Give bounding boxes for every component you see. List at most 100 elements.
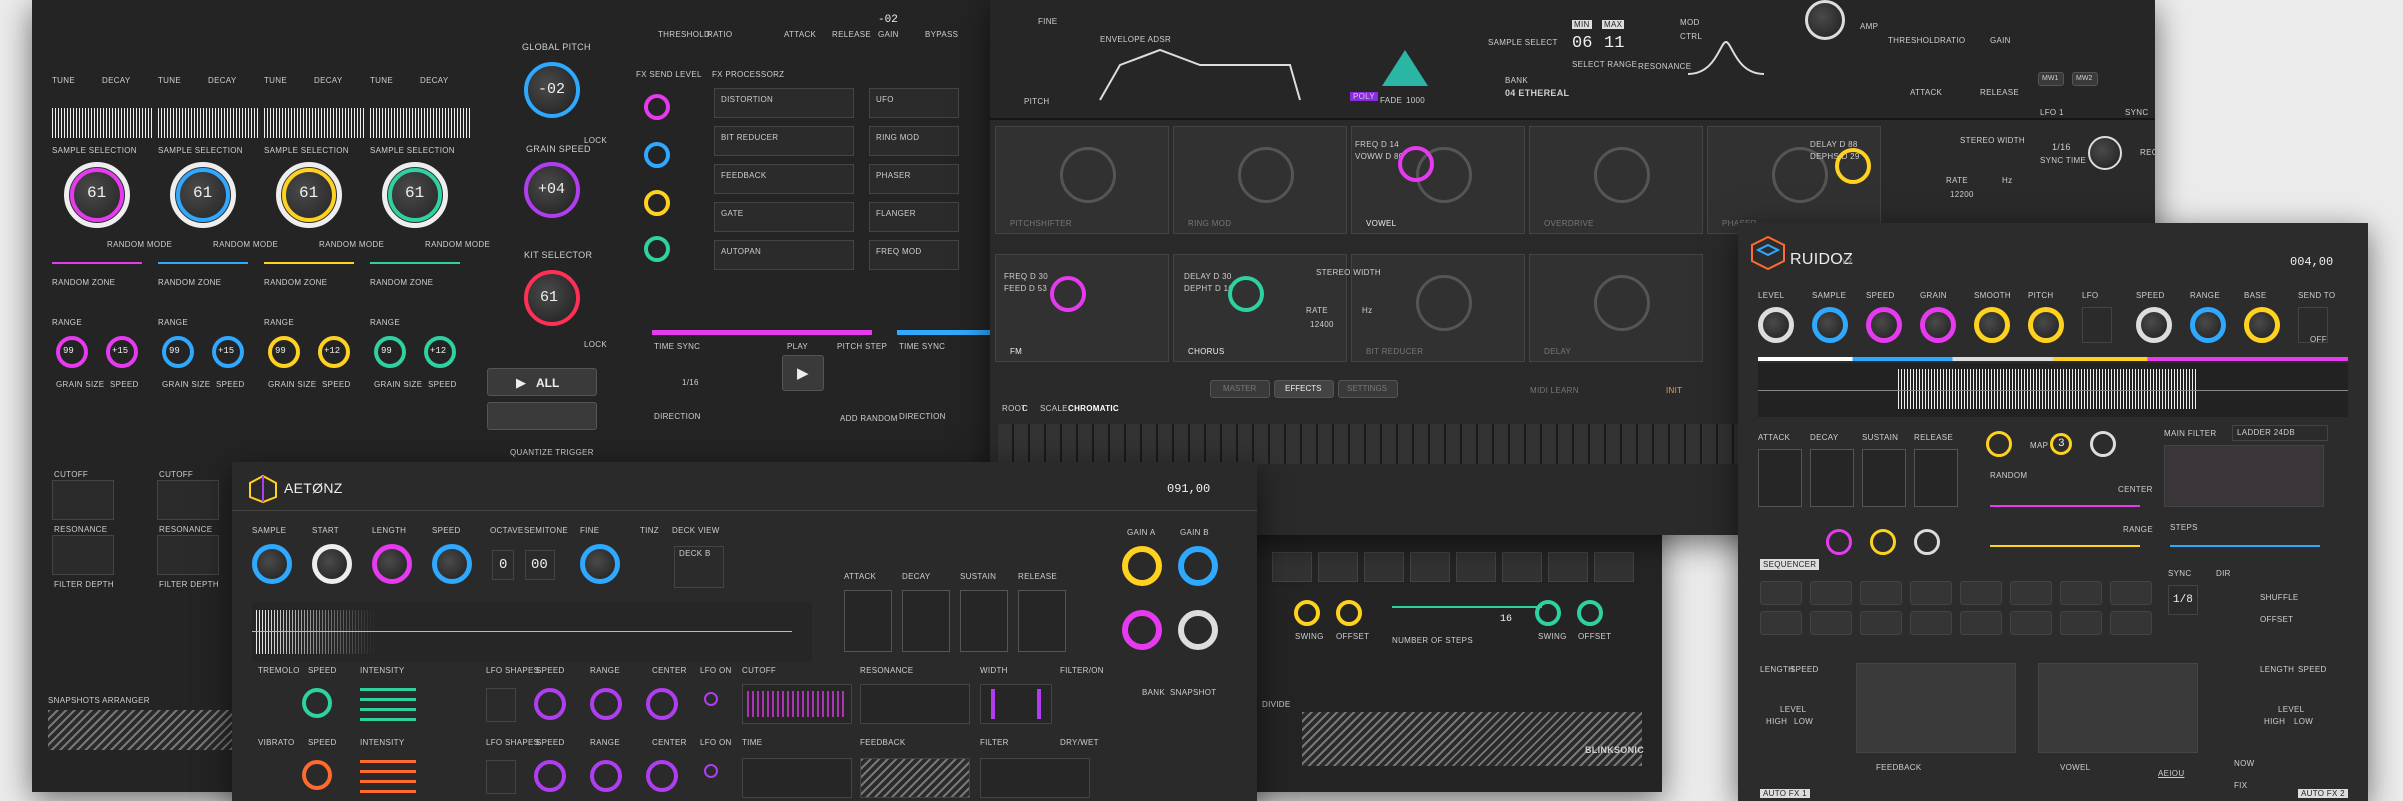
ruidoz-step-pad[interactable] <box>2060 611 2102 635</box>
ruidoz-mode-button[interactable] <box>1914 529 1940 555</box>
time-display[interactable] <box>742 758 852 798</box>
gain-b-knob[interactable] <box>1178 546 1218 586</box>
ruidoz-step-pad[interactable] <box>1810 611 1852 635</box>
offset-knob[interactable] <box>1336 600 1362 626</box>
xy-pad-1[interactable] <box>1856 663 2016 753</box>
fx-processor-item[interactable]: DISTORTION <box>714 88 854 118</box>
fx-slot-knob[interactable] <box>1060 147 1116 203</box>
ruidoz-knob[interactable] <box>1920 307 1956 343</box>
step-pad[interactable] <box>1502 552 1542 582</box>
ruidoz-step-pad[interactable] <box>1860 611 1902 635</box>
ruidoz-adsr-graph[interactable] <box>1810 449 1854 507</box>
ruidoz-step-pad[interactable] <box>2110 611 2152 635</box>
trigger-all-button[interactable]: ▶ ALL <box>487 368 597 396</box>
steps-slider[interactable] <box>1392 606 1542 608</box>
step-pad[interactable] <box>1318 552 1358 582</box>
semitone-display[interactable]: 00 <box>525 550 555 580</box>
shuffle-trigger-button[interactable] <box>487 402 597 430</box>
sample-waveform[interactable] <box>52 108 152 138</box>
resonance-box-1[interactable] <box>52 535 114 575</box>
fx-slot-knob[interactable] <box>1594 275 1650 331</box>
random-zone-slider[interactable] <box>264 262 354 264</box>
root-value[interactable]: C <box>1022 404 1028 413</box>
aetonz-adsr-graph[interactable] <box>1018 590 1066 652</box>
gain-a-knob[interactable] <box>1122 546 1162 586</box>
ruidoz-adsr-graph[interactable] <box>1914 449 1958 507</box>
offset-knob-2[interactable] <box>1577 600 1603 626</box>
random-zone-slider[interactable] <box>52 262 142 264</box>
random-zone-slider[interactable] <box>158 262 248 264</box>
ruidoz-knob[interactable] <box>2028 307 2064 343</box>
resonance-box-2[interactable] <box>157 535 219 575</box>
map-shuffle-button[interactable] <box>2090 431 2116 457</box>
aetonz-adsr-graph[interactable] <box>902 590 950 652</box>
cutoff-display[interactable] <box>742 684 852 724</box>
chorus-ring[interactable] <box>1228 276 1264 312</box>
step-pad[interactable] <box>1272 552 1312 582</box>
fx-send-knob-2[interactable] <box>644 142 670 168</box>
filter-curve-graph[interactable] <box>1686 40 1766 76</box>
fx-processor-item[interactable]: FLANGER <box>869 202 959 232</box>
lfo-on-toggle[interactable] <box>704 692 718 706</box>
gain-b-knob-2[interactable] <box>1178 610 1218 650</box>
sample-waveform[interactable] <box>370 108 470 138</box>
swing-knob[interactable] <box>1294 600 1320 626</box>
fx-slot[interactable]: OVERDRIVE <box>1529 126 1703 234</box>
ruidoz-step-pad[interactable] <box>2110 581 2152 605</box>
tab-master[interactable]: MASTER <box>1210 380 1270 398</box>
step-pad[interactable] <box>1456 552 1496 582</box>
ruidoz-step-pad[interactable] <box>2010 581 2052 605</box>
ruidoz-step-pad[interactable] <box>2010 611 2052 635</box>
width-display[interactable] <box>980 684 1052 724</box>
step-pad[interactable] <box>1548 552 1588 582</box>
ruidoz-step-pad[interactable] <box>1810 581 1852 605</box>
aetonz-top-knob[interactable] <box>252 544 292 584</box>
ruidoz-waveform[interactable] <box>1758 363 2348 417</box>
ruidoz-adsr-graph[interactable] <box>1862 449 1906 507</box>
random-zone-slider[interactable] <box>370 262 460 264</box>
aetonz-adsr-graph[interactable] <box>960 590 1008 652</box>
fx-slot-knob[interactable] <box>1238 147 1294 203</box>
fx-slot-knob[interactable] <box>1594 147 1650 203</box>
aetonz-top-knob[interactable] <box>372 544 412 584</box>
fx-processor-item[interactable]: AUTOPAN <box>714 240 854 270</box>
fx-slot[interactable]: DELAY <box>1529 254 1703 362</box>
lfo-knob[interactable] <box>590 760 622 792</box>
fx-processor-item[interactable]: FEEDBACK <box>714 164 854 194</box>
fx-slot[interactable]: PITCHSHIFTER <box>995 126 1169 234</box>
fx-slot[interactable]: RING MOD <box>1173 126 1347 234</box>
ruidoz-knob[interactable] <box>2190 307 2226 343</box>
mw1-button[interactable]: MW1 <box>2038 72 2064 86</box>
lfo-knob[interactable] <box>534 760 566 792</box>
step-pad[interactable] <box>1410 552 1450 582</box>
vowel-value[interactable]: AEIOU <box>2158 769 2184 778</box>
lfo-knob[interactable] <box>646 760 678 792</box>
lfo-shape-button[interactable] <box>486 688 516 722</box>
ruidoz-step-pad[interactable] <box>1960 581 2002 605</box>
lfo-on-toggle[interactable] <box>704 764 718 778</box>
ruidoz-step-pad[interactable] <box>1910 611 1952 635</box>
seq-play-button[interactable]: ▶ <box>782 355 824 391</box>
tremolo-speed-knob[interactable] <box>302 688 332 718</box>
tab-settings[interactable]: SETTINGS <box>1338 380 1398 398</box>
sample-waveform[interactable] <box>264 108 364 138</box>
ruidoz-knob[interactable] <box>1812 307 1848 343</box>
mw2-button[interactable]: MW2 <box>2072 72 2098 86</box>
tremolo-intensity[interactable] <box>360 688 416 722</box>
steps-slider[interactable] <box>2170 545 2320 547</box>
resonance-display[interactable] <box>860 684 970 724</box>
ruidoz-knob[interactable] <box>1758 307 1794 343</box>
max-value[interactable]: 11 <box>1604 34 1624 53</box>
aetonz-top-knob[interactable] <box>580 544 620 584</box>
vibrato-intensity[interactable] <box>360 760 416 794</box>
ruidoz-step-pad[interactable] <box>1760 581 1802 605</box>
fx-send-knob-3[interactable] <box>644 190 670 216</box>
map-selector[interactable]: 3 <box>2050 433 2072 455</box>
fx-send-knob-1[interactable] <box>644 94 670 120</box>
scale-value[interactable]: CHROMATIC <box>1068 404 1119 413</box>
sync-time-knob[interactable] <box>2088 136 2122 170</box>
fx-processor-item[interactable]: FREQ MOD <box>869 240 959 270</box>
ruidoz-shape-button[interactable] <box>2082 307 2112 343</box>
aetonz-top-knob[interactable] <box>312 544 352 584</box>
aetonz-waveform[interactable] <box>252 602 812 662</box>
